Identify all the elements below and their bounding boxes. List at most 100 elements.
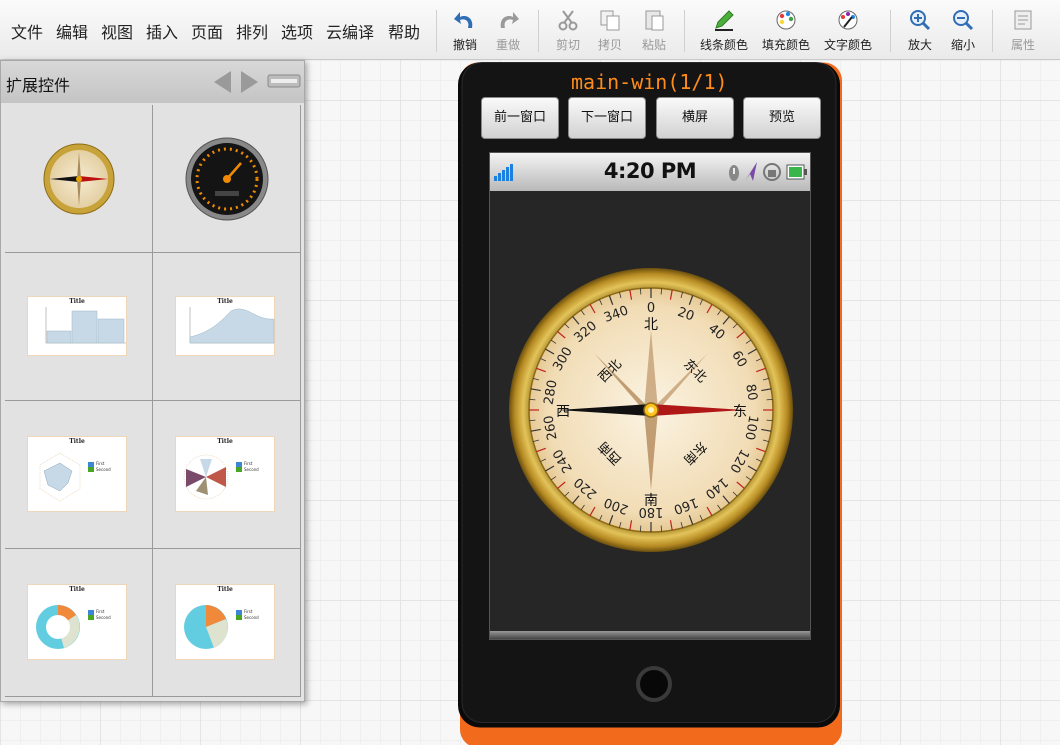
text-color-icon	[838, 10, 858, 30]
battery-icon	[786, 164, 807, 180]
pie-chart-icon	[184, 605, 228, 649]
undo-icon	[454, 12, 473, 28]
compass-dial: 0 204060801001201401601802002202402602803…	[509, 268, 793, 552]
palette-icon	[776, 10, 796, 30]
compass-tick	[766, 419, 773, 422]
chart-legend: First Second	[236, 461, 272, 472]
compass-tick	[639, 288, 642, 295]
properties-button[interactable]: 属性	[993, 8, 1053, 56]
phone-screen: 4:20 PM 0 20 40 60 80 100 120 140 160 180 200 220 24…	[489, 152, 811, 640]
menu-insert[interactable]: 插入	[146, 19, 178, 43]
prev-window-button[interactable]: 前一窗口	[481, 97, 559, 139]
radar-chart-icon	[39, 452, 81, 502]
pencil-icon	[715, 10, 734, 31]
chart-legend: First Second	[88, 461, 124, 472]
compass-tick	[639, 525, 642, 532]
menu-help[interactable]: 帮助	[388, 19, 420, 43]
redo-icon	[500, 12, 519, 28]
fill-color-button[interactable]: 填充颜色	[756, 8, 816, 56]
widget-radar-chart[interactable]: Title First Second	[5, 401, 153, 549]
direction-south: 南	[644, 493, 658, 509]
compass-thumbnail-icon	[43, 143, 115, 215]
menu-page[interactable]: 页面	[191, 19, 223, 43]
radar-chart-thumbnail: Title First Second	[27, 436, 127, 512]
zoom-out-button[interactable]: 缩小	[933, 8, 993, 56]
legend-second-label: Second	[96, 466, 111, 472]
bar-chart-thumbnail: Title	[27, 296, 127, 356]
text-color-button[interactable]: 文字颜色	[818, 8, 878, 56]
properties-icon	[1014, 10, 1032, 30]
scissors-icon	[558, 10, 578, 31]
legend-first-label: First	[244, 609, 253, 614]
preview-button[interactable]: 预览	[743, 97, 821, 139]
line-color-label: 线条颜色	[699, 38, 748, 52]
pie-chart-thumbnail: Title First Second	[175, 584, 275, 660]
prev-arrow-icon[interactable]	[211, 69, 233, 95]
area-chart-icon	[189, 307, 275, 344]
properties-label: 属性	[1010, 38, 1035, 52]
compass-tick	[529, 398, 536, 401]
menu-file[interactable]: 文件	[11, 19, 43, 43]
widget-gauge[interactable]	[153, 105, 301, 253]
location-arrow-icon	[745, 162, 757, 181]
landscape-button[interactable]: 横屏	[656, 97, 734, 139]
compass-tick	[529, 419, 536, 422]
paste-icon	[645, 10, 664, 31]
donut-chart-icon	[36, 605, 80, 649]
toolbar-divider	[684, 10, 685, 52]
zoom-out-icon	[953, 10, 974, 31]
widget-donut-chart[interactable]: Title First Second	[5, 549, 153, 697]
menu-arrange[interactable]: 排列	[236, 19, 268, 43]
collapse-icon[interactable]	[267, 74, 301, 88]
home-button[interactable]	[636, 666, 672, 702]
widget-rose-chart[interactable]: Title First Second	[153, 401, 301, 549]
screen-bottom-bar	[490, 631, 810, 639]
copy-icon	[600, 10, 620, 31]
panel-header: 扩展控件	[1, 61, 304, 103]
direction-east: 东	[733, 404, 747, 420]
menu-edit[interactable]: 编辑	[56, 19, 88, 43]
direction-north: 北	[644, 317, 658, 333]
status-bar: 4:20 PM	[490, 153, 810, 191]
rose-chart-icon	[183, 454, 229, 500]
legend-first-label: First	[244, 461, 253, 466]
chart-legend: First Second	[236, 609, 272, 620]
compass-tick	[766, 398, 773, 401]
main-toolbar: 文件 编辑 视图 插入 页面 排列 选项 云编译 帮助 撤销 重做 剪切 拷贝	[0, 0, 1060, 60]
window-title: main-win(1/1)	[571, 70, 728, 94]
widget-area-chart[interactable]: Title	[153, 253, 301, 401]
legend-first-label: First	[96, 609, 105, 614]
menu-options[interactable]: 选项	[281, 19, 313, 43]
zoom-out-label: 缩小	[950, 38, 975, 52]
redo-label: 重做	[495, 38, 520, 52]
next-window-button[interactable]: 下一窗口	[568, 97, 646, 139]
line-color-button[interactable]: 线条颜色	[694, 8, 754, 56]
compass-degree-label: 80	[742, 383, 760, 402]
next-arrow-icon[interactable]	[239, 69, 261, 95]
widget-bar-chart[interactable]: Title	[5, 253, 153, 401]
chart-legend: First Second	[88, 609, 124, 620]
compass-tick	[660, 525, 663, 532]
legend-second-label: Second	[244, 614, 259, 620]
widget-compass[interactable]	[5, 105, 153, 253]
direction-west: 西	[556, 404, 570, 420]
paste-label: 粘贴	[641, 38, 666, 52]
menu-view[interactable]: 视图	[101, 19, 133, 43]
legend-first-label: First	[96, 461, 105, 466]
fill-color-label: 填充颜色	[761, 38, 810, 52]
widget-pie-chart[interactable]: Title First Second	[153, 549, 301, 697]
rotation-lock-icon	[763, 163, 781, 181]
bar-chart-icon	[45, 307, 126, 344]
widget-grid: Title Title Title First Second Title Fir…	[5, 105, 301, 697]
gauge-thumbnail-icon	[185, 137, 269, 221]
area-chart-thumbnail: Title	[175, 296, 275, 356]
paste-button[interactable]: 粘贴	[624, 8, 684, 56]
redo-button[interactable]: 重做	[478, 8, 538, 56]
donut-chart-thumbnail: Title First Second	[27, 584, 127, 660]
compass-tick	[660, 288, 663, 295]
zoom-in-icon	[910, 10, 931, 31]
panel-title: 扩展控件	[6, 76, 71, 95]
menu-cloud-compile[interactable]: 云编译	[326, 19, 374, 43]
rose-chart-thumbnail: Title First Second	[175, 436, 275, 512]
compass-degree-label: 0	[647, 301, 655, 316]
